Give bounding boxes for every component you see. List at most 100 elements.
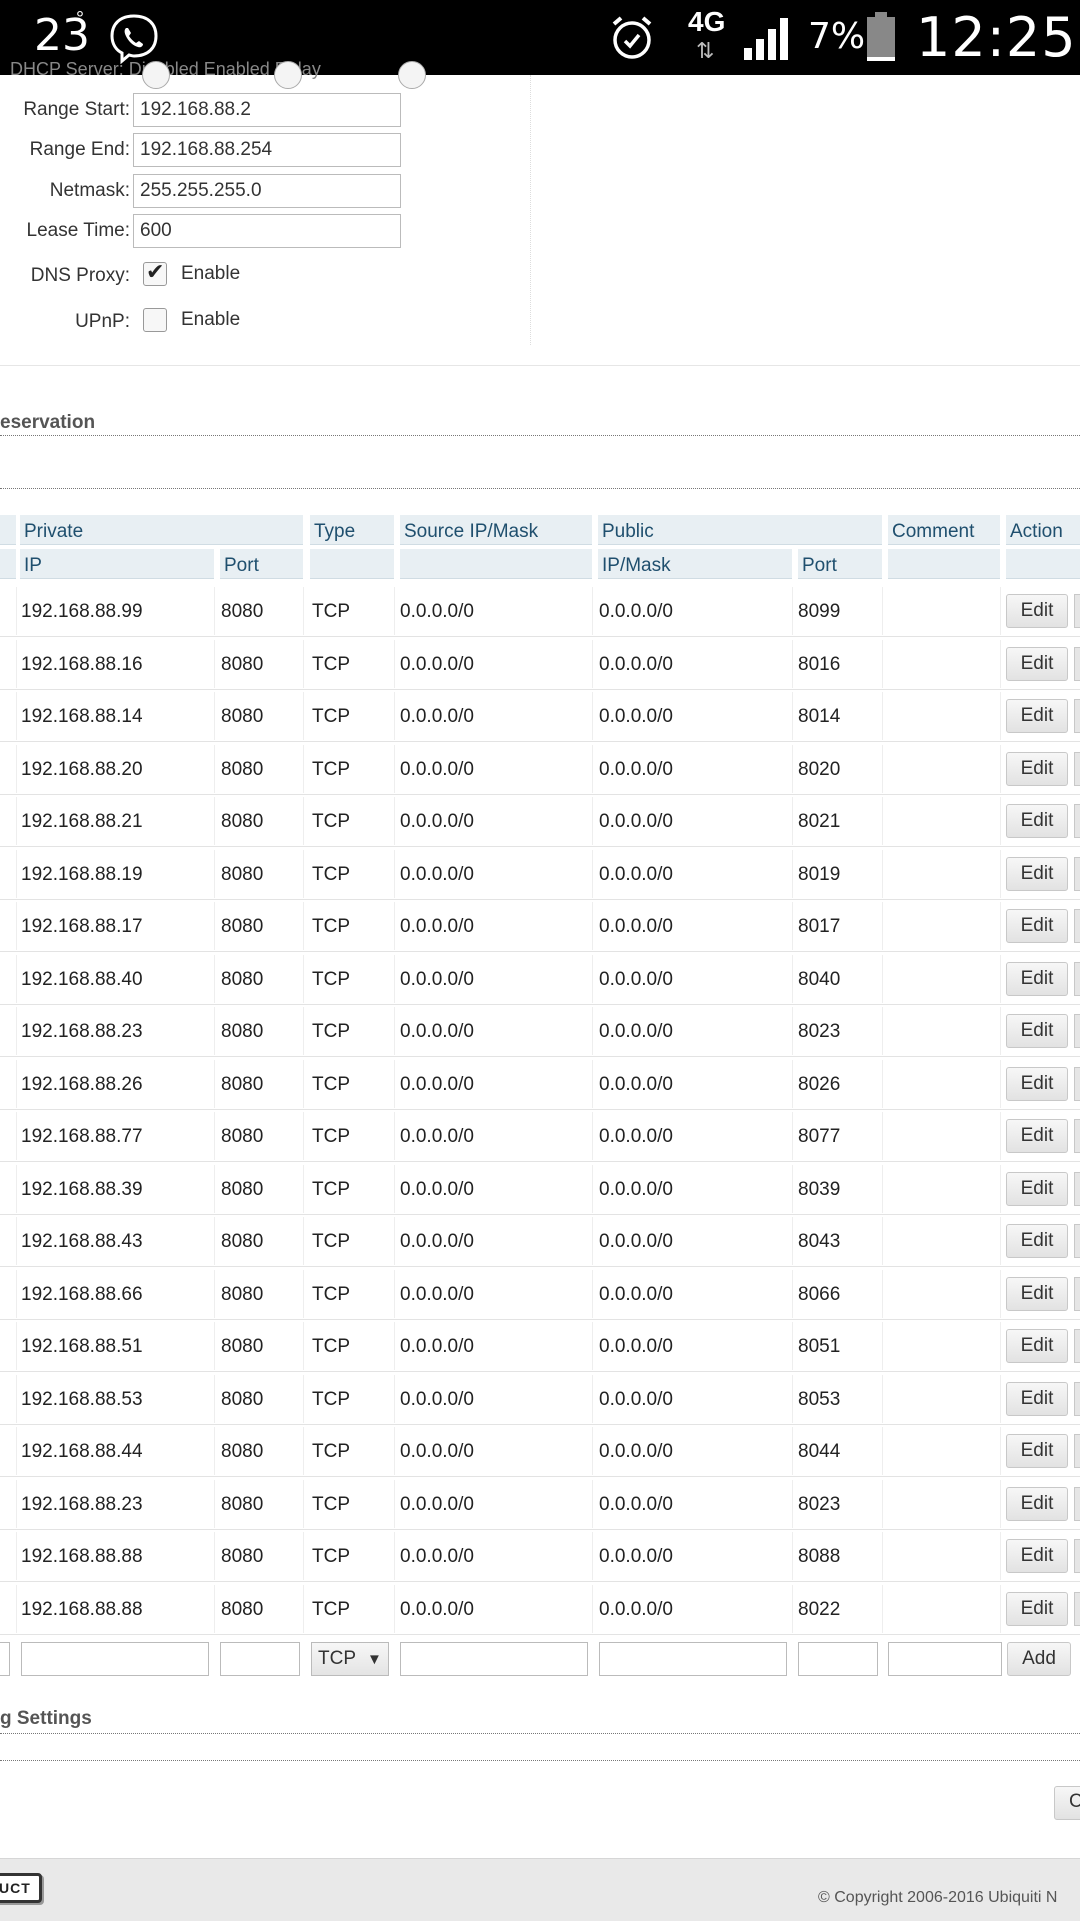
add-type-select[interactable]: TCP ▼ [311, 1642, 389, 1676]
column-separator [214, 639, 215, 688]
column-separator [303, 587, 304, 635]
radio-disabled[interactable] [142, 61, 170, 89]
cell-public-port: 8088 [798, 1546, 841, 1567]
edit-button[interactable]: Edit [1006, 751, 1068, 786]
edit-button[interactable]: Edit [1006, 1119, 1068, 1153]
netmask-input[interactable] [133, 174, 401, 208]
add-public-port-input[interactable] [798, 1642, 878, 1676]
delete-button-cut[interactable] [1074, 594, 1080, 628]
cell-public-ip: 0.0.0.0/0 [599, 811, 673, 832]
column-divider [530, 75, 531, 345]
dns-proxy-checkbox[interactable] [143, 259, 167, 286]
column-separator [592, 849, 593, 898]
delete-button-cut[interactable] [1074, 1276, 1080, 1311]
edit-button[interactable]: Edit [1006, 1381, 1068, 1416]
delete-button-cut[interactable] [1074, 751, 1080, 786]
range-end-input[interactable] [133, 133, 401, 167]
cell-private-port: 8080 [221, 1126, 264, 1147]
delete-button-cut[interactable] [1074, 699, 1080, 733]
table-row: 192.168.88.40 8080 TCP 0.0.0.0/0 0.0.0.0/0 80… [0, 953, 1080, 1005]
edit-button[interactable]: Edit [1006, 1224, 1068, 1258]
delete-button-cut[interactable] [1074, 1486, 1080, 1521]
table-row: 192.168.88.26 8080 TCP 0.0.0.0/0 0.0.0.0/0 80… [0, 1058, 1080, 1110]
edit-button[interactable]: Edit [1006, 1066, 1068, 1101]
cell-type: TCP [312, 1493, 350, 1515]
add-private-ip-input[interactable] [21, 1642, 209, 1676]
add-comment-input[interactable] [888, 1642, 1002, 1676]
delete-button-cut[interactable] [1074, 646, 1080, 681]
delete-button-cut[interactable] [1074, 1119, 1080, 1153]
cell-source: 0.0.0.0/0 [400, 1336, 474, 1357]
range-start-input[interactable] [133, 93, 401, 127]
edit-button[interactable]: Edit [1006, 699, 1068, 733]
delete-button-cut[interactable] [1074, 1171, 1080, 1206]
column-separator [882, 1532, 883, 1580]
cell-private-ip: 192.168.88.17 [21, 916, 143, 937]
add-button[interactable]: Add [1007, 1642, 1071, 1676]
column-separator [214, 1322, 215, 1370]
column-separator [16, 587, 17, 635]
cell-private-ip: 192.168.88.19 [21, 863, 143, 885]
column-separator [394, 1584, 395, 1633]
column-separator [394, 1374, 395, 1423]
delete-button-cut[interactable] [1074, 961, 1080, 996]
edit-button[interactable]: Edit [1006, 1539, 1068, 1573]
add-stub-input[interactable] [0, 1642, 10, 1676]
delete-button-cut[interactable] [1074, 1066, 1080, 1101]
delete-button-cut[interactable] [1074, 1329, 1080, 1363]
edit-button[interactable]: Edit [1006, 856, 1068, 891]
column-separator [792, 902, 793, 950]
cell-private-ip: 192.168.88.43 [21, 1231, 143, 1252]
cell-private-port: 8080 [221, 601, 264, 622]
table-row: 192.168.88.88 8080 TCP 0.0.0.0/0 0.0.0.0/0 80… [0, 1583, 1080, 1635]
lease-time-input[interactable] [133, 214, 401, 248]
column-separator [792, 1584, 793, 1633]
column-separator [214, 1164, 215, 1213]
edit-button[interactable]: Edit [1006, 1171, 1068, 1206]
edit-button[interactable]: Edit [1006, 1486, 1068, 1521]
column-separator [214, 1059, 215, 1108]
upnp-checkbox[interactable] [143, 308, 167, 332]
add-public-ip-input[interactable] [599, 1642, 787, 1676]
edit-button[interactable]: Edit [1006, 1591, 1068, 1626]
edit-button[interactable]: Edit [1006, 909, 1068, 943]
add-source-input[interactable] [400, 1642, 588, 1676]
delete-button-cut[interactable] [1074, 1014, 1080, 1048]
delete-button-cut[interactable] [1074, 804, 1080, 838]
delete-button-cut[interactable] [1074, 1224, 1080, 1258]
edit-button[interactable]: Edit [1006, 1434, 1068, 1468]
edit-button[interactable]: Edit [1006, 1329, 1068, 1363]
delete-button-cut[interactable] [1074, 1591, 1080, 1626]
add-private-port-input[interactable] [220, 1642, 300, 1676]
column-separator [1000, 744, 1001, 793]
edit-button[interactable]: Edit [1006, 594, 1068, 628]
delete-button-cut[interactable] [1074, 856, 1080, 891]
cell-source: 0.0.0.0/0 [400, 758, 474, 780]
footer: UCT © Copyright 2006-2016 Ubiquiti N [0, 1858, 1080, 1921]
column-separator [792, 1164, 793, 1213]
dotted-divider-settings-bottom [0, 1760, 1080, 1761]
table-row: 192.168.88.88 8080 TCP 0.0.0.0/0 0.0.0.0/0 80… [0, 1530, 1080, 1582]
edit-button[interactable]: Edit [1006, 1276, 1068, 1311]
cell-private-port: 8080 [221, 968, 264, 990]
cell-private-port: 8080 [221, 758, 264, 780]
delete-button-cut[interactable] [1074, 1381, 1080, 1416]
column-separator [882, 587, 883, 635]
delete-button-cut[interactable] [1074, 909, 1080, 943]
cell-public-port: 8026 [798, 1073, 841, 1095]
subheader-ip: IP [20, 549, 214, 579]
edit-button[interactable]: Edit [1006, 1014, 1068, 1048]
cut-off-button[interactable]: C [1054, 1786, 1080, 1820]
delete-button-cut[interactable] [1074, 1539, 1080, 1573]
table-row: 192.168.88.44 8080 TCP 0.0.0.0/0 0.0.0.0/0 80… [0, 1425, 1080, 1477]
delete-button-cut[interactable] [1074, 1434, 1080, 1468]
edit-button[interactable]: Edit [1006, 961, 1068, 996]
column-separator [882, 1322, 883, 1370]
column-separator [1000, 1059, 1001, 1108]
radio-enabled[interactable] [274, 61, 302, 89]
edit-button[interactable]: Edit [1006, 804, 1068, 838]
header-stub [0, 515, 16, 545]
column-separator [214, 1269, 215, 1318]
edit-button[interactable]: Edit [1006, 646, 1068, 681]
radio-relay[interactable] [398, 61, 426, 89]
